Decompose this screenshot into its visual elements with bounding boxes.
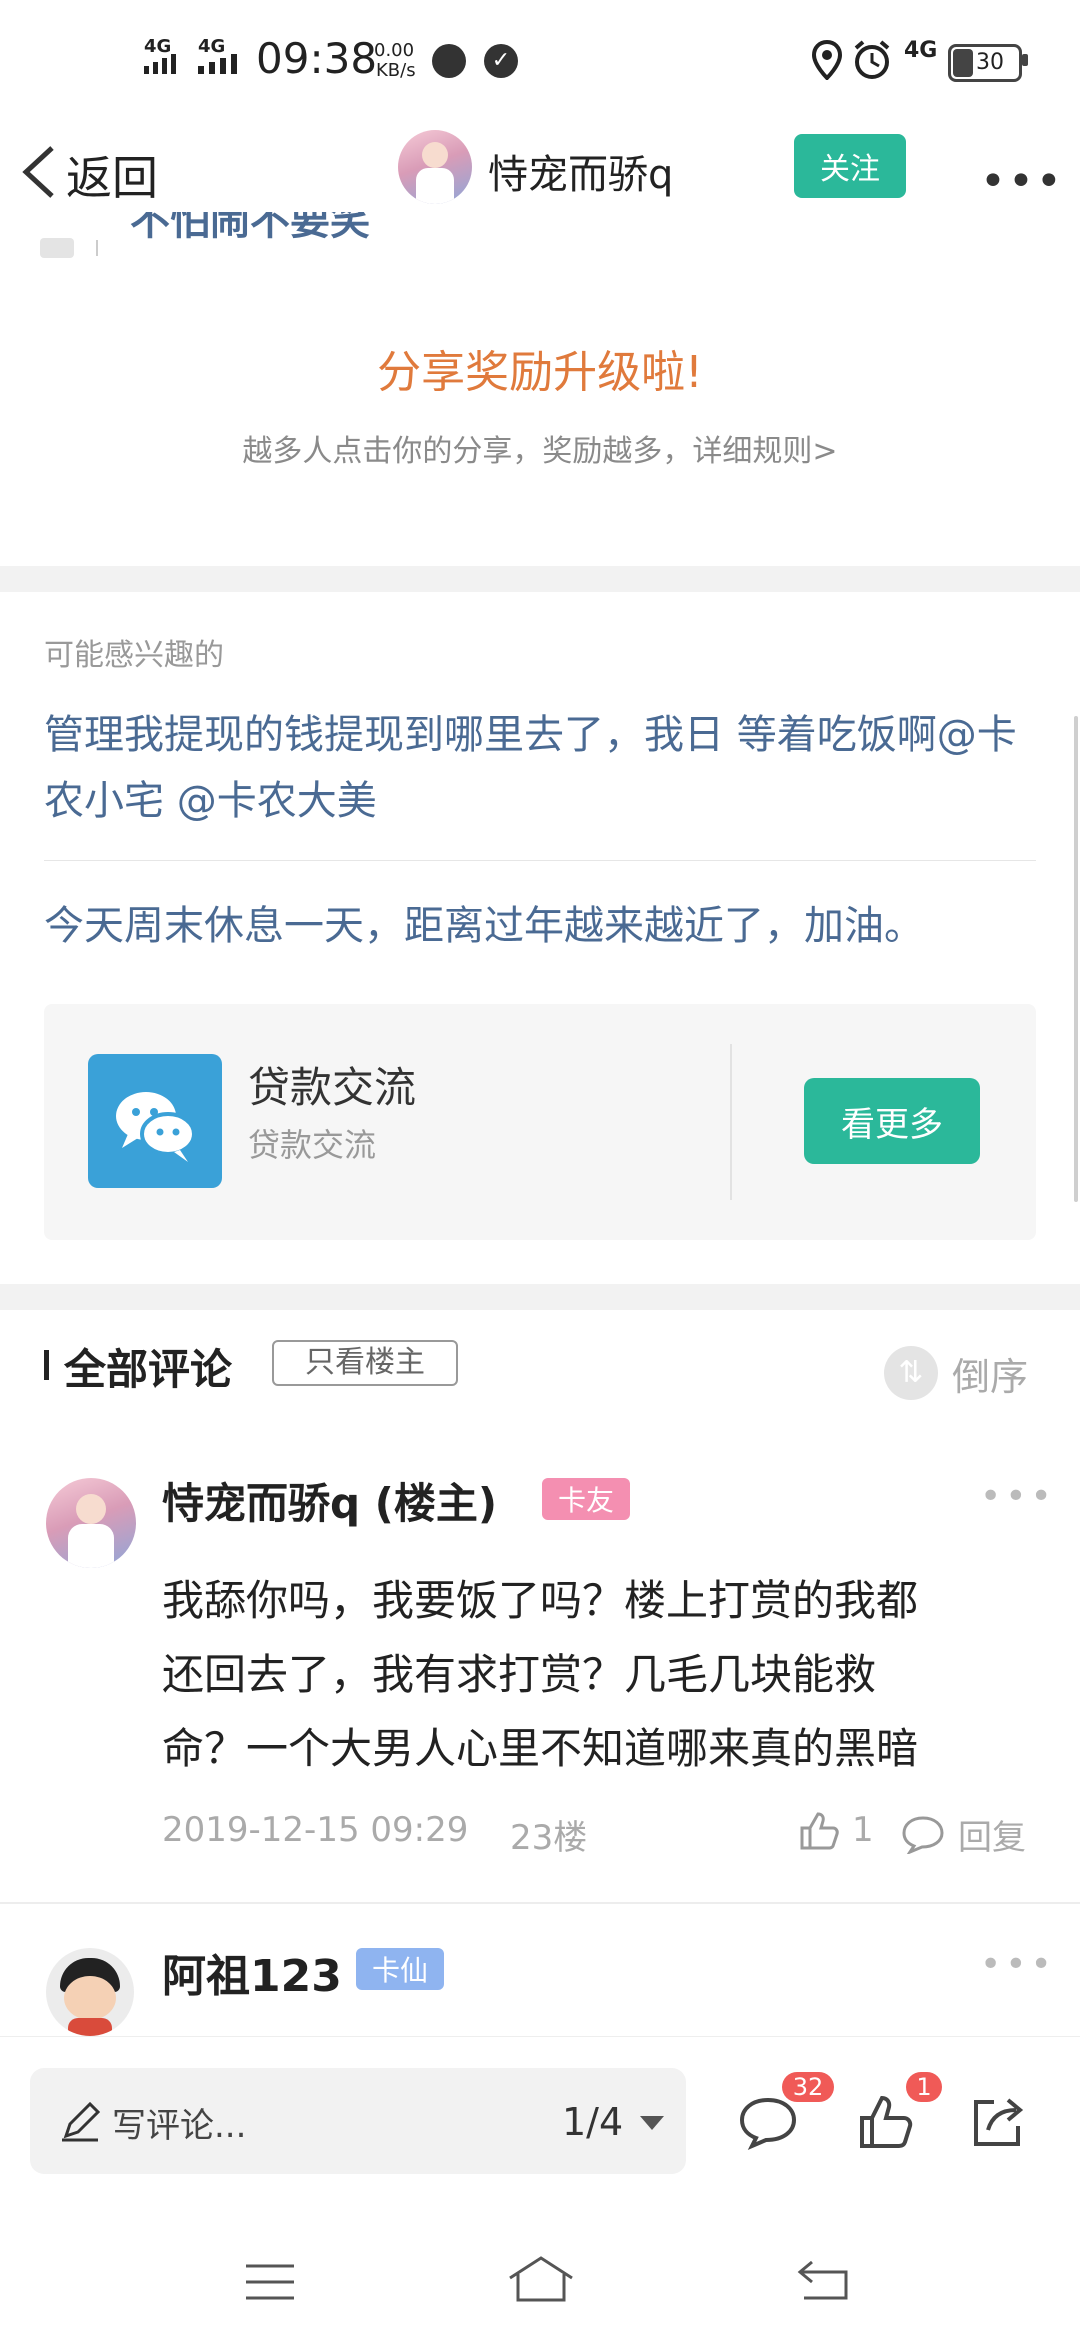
card-subtitle: 贷款交流 [248,1126,377,1164]
signal-2-icon [198,54,237,74]
home-icon[interactable] [506,2254,576,2304]
see-more-button[interactable]: 看更多 [804,1078,980,1164]
chevron-left-icon [22,146,54,198]
comment-placeholder: 写评论... [112,2106,247,2146]
network-label: 4G [904,38,938,63]
like-icon[interactable] [796,1808,840,1852]
section-separator [0,566,1080,592]
battery-icon: 30 [948,44,1022,82]
follow-button[interactable]: 关注 [794,134,906,198]
comment-author-2[interactable]: 阿祖123 [162,1940,342,2004]
comments-icon[interactable] [738,2094,798,2150]
commenter-avatar-2[interactable] [46,1948,134,2036]
section-separator-2 [0,1284,1080,1310]
interest-item-2[interactable]: 今天周末休息一天，距离过年越来越近了，加油。 [44,898,1054,954]
caret-down-icon[interactable] [638,2114,666,2132]
page-indicator[interactable]: 1/4 [562,2100,623,2144]
comment-line-2: 还回去了，我有求打赏？几毛几块能救 [162,1650,877,1699]
interest-label: 可能感兴趣的 [44,638,224,673]
card-title: 贷款交流 [248,1063,417,1112]
more-icon[interactable]: ••• [980,156,1064,207]
comment-input[interactable]: 写评论... 1/4 [30,2068,686,2174]
comment-floor: 23楼 [510,1818,588,1858]
scrollbar[interactable] [1074,716,1078,1202]
location-icon [812,40,842,80]
pencil-icon [62,2102,100,2142]
clipped-text-clip: 不怕闹不要笑 [130,212,370,258]
wechat-icon [88,1054,222,1188]
card-divider [730,1044,732,1200]
author-avatar[interactable] [398,130,472,204]
comment-more-icon[interactable]: ••• [980,1476,1056,1517]
reply-icon[interactable] [900,1814,946,1854]
avatar-face [76,1494,106,1524]
divider-line [44,860,1036,861]
clock: 09:38 [256,34,378,83]
avatar-face [64,1976,116,2020]
alarm-icon [854,40,890,79]
interest-item-1[interactable]: 管理我提现的钱提现到哪里去了，我日 等着吃饭啊@卡农小宅 @卡农大美 [44,702,1034,834]
net-speed-unit: KB/s [376,60,416,81]
comment-line-1: 我舔你吗，我要饭了吗？楼上打赏的我都 [162,1576,919,1625]
page-title: 恃宠而骄q [488,152,674,198]
avatar-face [422,142,448,168]
user-tag: 卡友 [542,1478,630,1520]
avatar-body [68,2018,112,2036]
signal-1-icon [144,54,176,74]
check-icon: ✓ [484,44,518,78]
back-button[interactable]: 返回 [18,136,178,206]
share-title[interactable]: 分享奖励升级啦! [0,336,1080,400]
reply-label[interactable]: 回复 [958,1810,1026,1859]
clipped-icon [40,238,74,258]
back-label: 返回 [66,151,158,205]
avatar-body [416,168,454,204]
status-bar: 4G 4G 09:38 0.00 KB/s ✓ 4G 30 [0,0,1080,120]
comment-more-icon-2[interactable]: ••• [980,1944,1056,1985]
comment-author[interactable]: 恃宠而骄q (楼主) [162,1470,497,1531]
commenter-avatar[interactable] [46,1478,136,1568]
comments-badge: 32 [782,2072,834,2102]
like-count: 1 [852,1810,874,1850]
user-tag-2: 卡仙 [356,1948,444,1990]
comment-line-3: 命？一个大男人心里不知道哪来真的黑暗 [162,1724,919,1773]
net-speed-value: 0.00 [374,40,415,61]
battery-tip [1022,54,1028,66]
system-navigation-bar [0,2216,1080,2340]
clipped-text: 不怕闹不要笑 [130,212,370,244]
menu-icon[interactable] [244,2262,296,2302]
header-accent-bar [44,1350,49,1380]
avatar-body [68,1524,114,1568]
gauge-icon [432,44,466,78]
divider [96,240,98,256]
share-icon[interactable] [968,2094,1028,2150]
battery-percent: 30 [976,50,1004,75]
sort-label[interactable]: 倒序 [952,1346,1028,1401]
sort-icon[interactable]: ⇅ [884,1346,938,1400]
share-subtitle[interactable]: 越多人点击你的分享，奖励越多，详细规则> [0,426,1080,470]
comment-body: 我舔你吗，我要饭了吗？楼上打赏的我都 还回去了，我有求打赏？几毛几块能救 命？一… [162,1564,918,1786]
comments-title: 全部评论 [64,1345,233,1394]
likes-badge: 1 [906,2072,942,2102]
back-nav-icon[interactable] [796,2256,852,2302]
comment-time: 2019-12-15 09:29 [162,1810,469,1850]
thumbs-up-icon[interactable] [856,2092,916,2152]
only-op-button[interactable]: 只看楼主 [272,1340,458,1386]
comment-divider [0,1902,1080,1904]
